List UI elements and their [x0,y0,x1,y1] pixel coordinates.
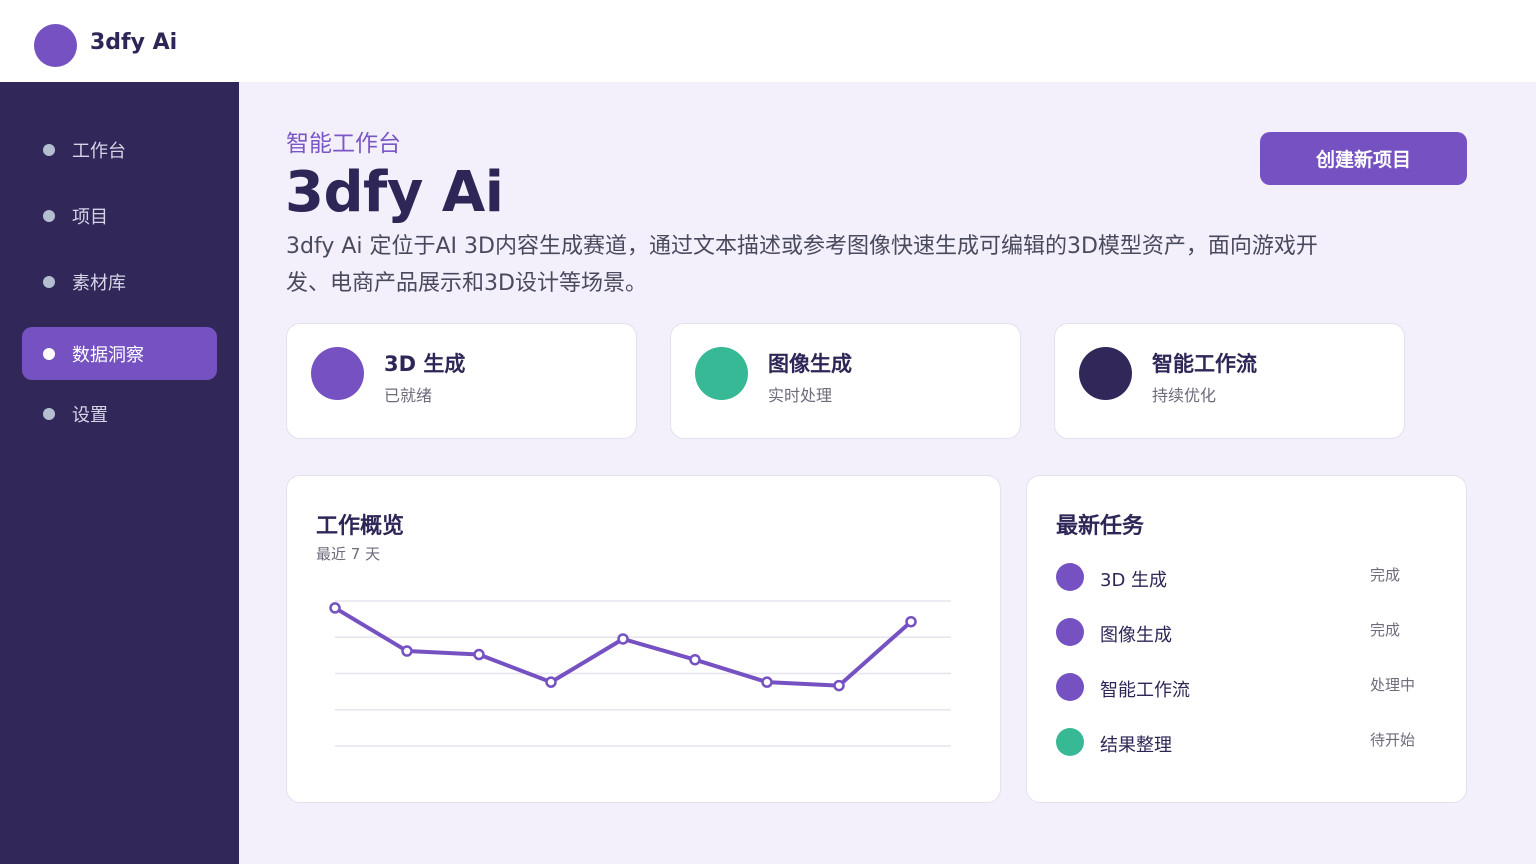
page-description: 3dfy Ai 定位于AI 3D内容生成赛道，通过文本描述或参考图像快速生成可编… [286,234,1318,296]
task-dot-icon [1056,728,1084,756]
chart-point [689,653,701,666]
chart-point [329,602,341,614]
bullet-icon [43,276,55,288]
sidebar: 工作台 项目 素材库 数据洞察 设置 [0,82,239,864]
tasks-title: 最新任务 [1056,514,1145,539]
task-status: 待开始 [1370,731,1416,749]
task-name: 智能工作流 [1100,680,1190,701]
sidebar-item-insights[interactable]: 数据洞察 [22,327,217,380]
stat-title: 智能工作流 [1152,352,1257,376]
stat-card-3d[interactable]: 3D 生成 已就绪 [286,323,637,439]
task-status: 处理中 [1370,676,1416,694]
task-dot-icon [1056,563,1084,591]
bullet-icon [43,348,55,360]
sidebar-item-assets[interactable]: 素材库 [22,255,217,308]
sidebar-item-settings[interactable]: 设置 [22,387,217,440]
task-row[interactable]: 智能工作流 处理中 [1027,671,1467,703]
page-title: 3dfy Ai [285,160,504,225]
task-dot-icon [1056,673,1084,701]
chart-point [617,633,629,645]
chart-point [473,648,485,661]
chart-point [401,645,413,657]
create-project-button[interactable]: 创建新项目 [1260,132,1467,185]
bullet-icon [43,408,55,420]
stat-title: 图像生成 [768,352,852,376]
sidebar-item-label: 项目 [72,207,108,228]
task-row[interactable]: 图像生成 完成 [1027,616,1467,648]
stat-subtitle: 持续优化 [1152,386,1217,405]
sidebar-item-label: 数据洞察 [72,345,144,366]
status-dot-icon [695,347,748,400]
stat-subtitle: 实时处理 [768,386,833,405]
top-bar: 3dfy Ai [0,0,1536,82]
stat-title: 3D 生成 [384,352,466,376]
tasks-panel: 最新任务 3D 生成 完成 图像生成 完成 智能工作流 处理中 结果整理 待开始 [1026,475,1467,803]
stat-card-image[interactable]: 图像生成 实时处理 [670,323,1021,439]
page-eyebrow: 智能工作台 [286,131,401,157]
task-name: 结果整理 [1100,735,1172,756]
sidebar-item-label: 工作台 [72,141,126,162]
line-chart [329,600,951,747]
chart-point [905,615,917,628]
task-row[interactable]: 结果整理 待开始 [1027,726,1467,758]
chart-point [545,676,557,688]
task-name: 图像生成 [1100,625,1172,646]
overview-panel: 工作概览 最近 7 天 [286,475,1001,803]
task-name: 3D 生成 [1100,570,1168,591]
chart-point [833,679,845,692]
stat-subtitle: 已就绪 [384,386,433,405]
task-status: 完成 [1370,566,1401,584]
sidebar-item-projects[interactable]: 项目 [22,189,217,242]
chart-point [761,676,773,688]
logo-icon [34,24,77,67]
bullet-icon [43,144,55,156]
sidebar-item-label: 素材库 [72,273,126,294]
stat-card-workflow[interactable]: 智能工作流 持续优化 [1054,323,1405,439]
sidebar-item-label: 设置 [72,405,108,426]
app-name: 3dfy Ai [90,30,178,55]
bullet-icon [43,210,55,222]
status-dot-icon [311,347,364,400]
status-dot-icon [1079,347,1132,400]
task-dot-icon [1056,618,1084,646]
sidebar-item-workbench[interactable]: 工作台 [22,123,217,176]
task-status: 完成 [1370,621,1401,639]
task-row[interactable]: 3D 生成 完成 [1027,561,1467,593]
